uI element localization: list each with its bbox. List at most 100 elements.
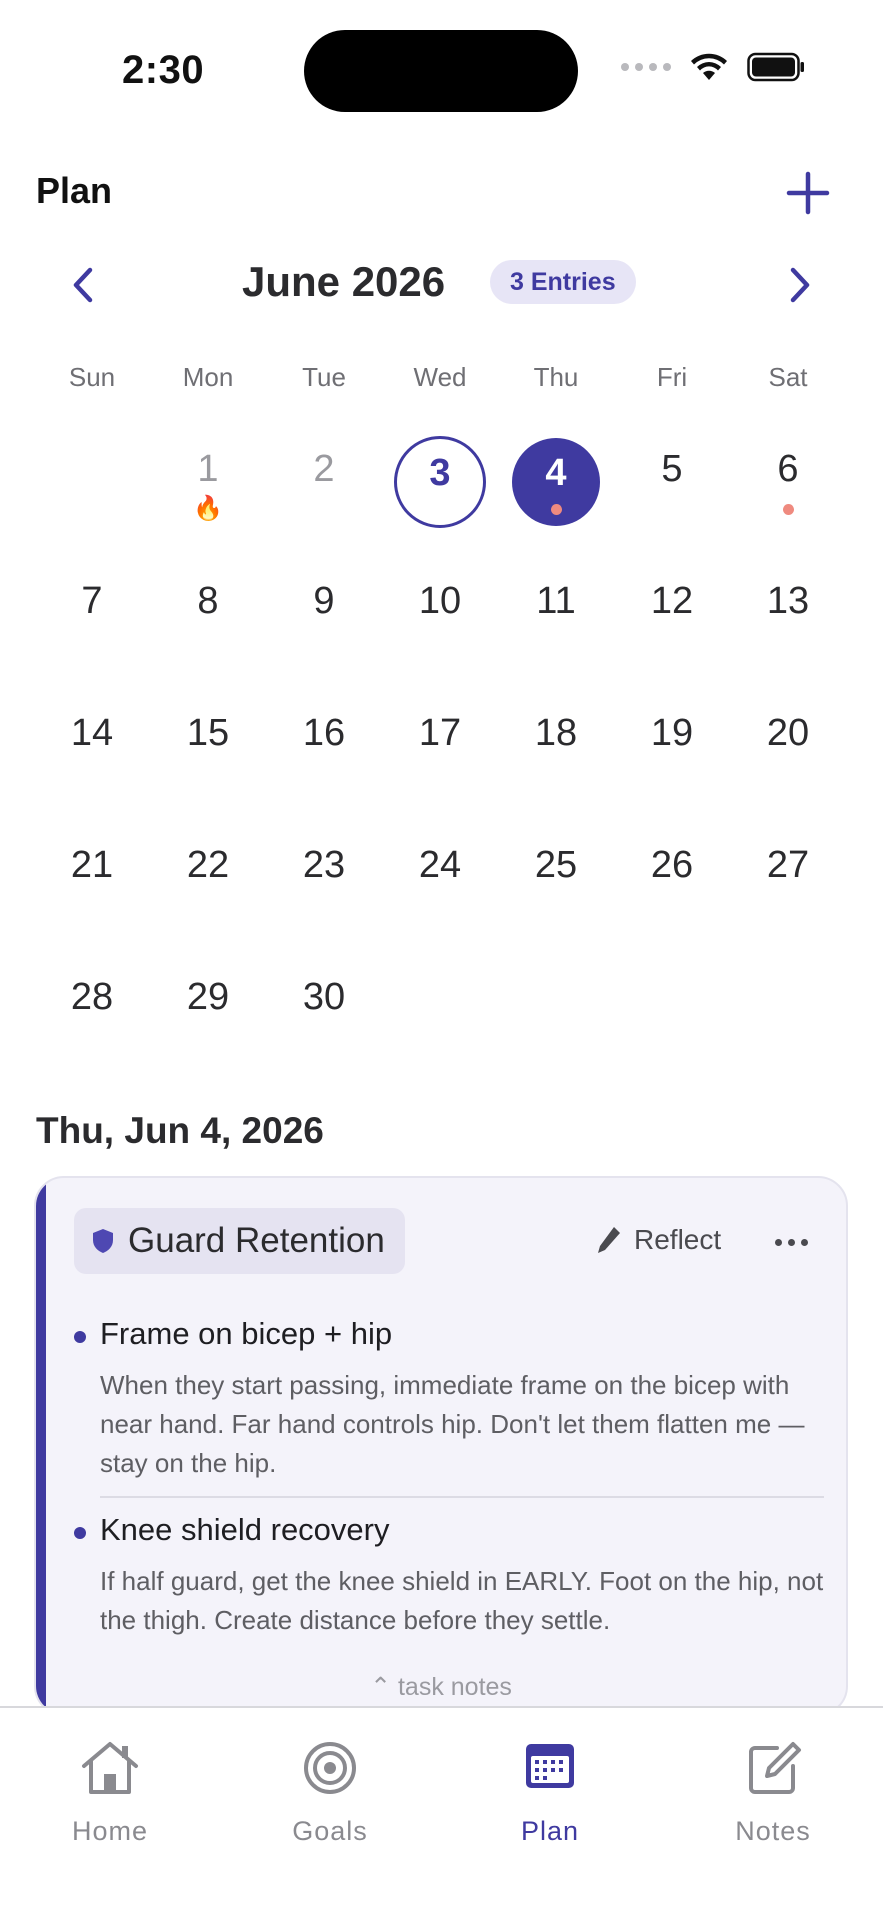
calendar-day[interactable]: 28 <box>34 958 150 1090</box>
day-number: 3 <box>429 452 451 494</box>
card-accent-bar <box>36 1178 46 1714</box>
task-notes-toggle[interactable]: ⌃ task notes <box>36 1672 846 1702</box>
weekday-label: Thu <box>533 362 579 392</box>
calendar-day[interactable]: 21 <box>34 826 150 958</box>
calendar-day[interactable]: 27 <box>730 826 846 958</box>
selected-date-heading: Thu, Jun 4, 2026 <box>36 1110 324 1151</box>
day-number: 27 <box>766 844 810 886</box>
calendar-day[interactable]: 12 <box>614 562 730 694</box>
calendar-day[interactable]: 29 <box>150 958 266 1090</box>
pencil-icon <box>598 1227 620 1253</box>
month-title: June 2026 <box>242 258 446 305</box>
calendar-day[interactable]: 10 <box>382 562 498 694</box>
more-options-button[interactable] <box>766 1222 816 1262</box>
calendar-day[interactable]: 15 <box>150 694 266 826</box>
calendar-day[interactable]: 8 <box>150 562 266 694</box>
weekday-label: Mon <box>182 362 234 392</box>
day-number: 4 <box>545 452 567 494</box>
tab-plan[interactable]: Plan <box>440 1726 660 1856</box>
calendar-day[interactable]: 4 <box>498 430 614 562</box>
day-number: 14 <box>70 712 114 754</box>
calendar-day[interactable]: 11 <box>498 562 614 694</box>
add-entry-button[interactable] <box>783 168 833 218</box>
calendar-day[interactable]: 23 <box>266 826 382 958</box>
tab-label: Home <box>71 1816 149 1846</box>
calendar-day[interactable]: 22 <box>150 826 266 958</box>
tab-home[interactable]: Home <box>0 1726 220 1856</box>
calendar-day[interactable]: 30 <box>266 958 382 1090</box>
calendar-day[interactable]: 5 <box>614 430 730 562</box>
entry-dot <box>782 504 794 515</box>
day-number: 22 <box>186 844 230 886</box>
chevron-left-icon <box>73 267 93 303</box>
calendar-day[interactable]: 7 <box>34 562 150 694</box>
compose-icon <box>749 1742 801 1794</box>
task-divider <box>100 1496 824 1498</box>
previous-month-button[interactable] <box>62 260 102 310</box>
day-number: 5 <box>661 448 683 490</box>
day-number: 9 <box>313 580 335 622</box>
status-bar: 2:30 <box>0 0 883 130</box>
calendar-day[interactable]: 13 <box>730 562 846 694</box>
calendar-day[interactable]: 9 <box>266 562 382 694</box>
task-notes-label: task notes <box>397 1673 512 1701</box>
calendar-day[interactable]: 20 <box>730 694 846 826</box>
day-number: 12 <box>650 580 694 622</box>
day-number: 21 <box>70 844 114 886</box>
calendar-day[interactable]: 24 <box>382 826 498 958</box>
day-number: 6 <box>777 448 799 490</box>
chevron-right-icon <box>790 267 810 303</box>
calendar-day[interactable]: 3 <box>382 430 498 562</box>
day-number: 28 <box>70 976 114 1018</box>
day-number: 11 <box>536 580 576 622</box>
tab-goals[interactable]: Goals <box>220 1726 440 1856</box>
page-title: Plan <box>36 170 113 211</box>
status-indicators <box>621 52 805 82</box>
entry-dot <box>550 504 562 515</box>
battery-icon <box>747 52 805 82</box>
task-bullet <box>74 1527 86 1539</box>
day-number: 15 <box>186 712 230 754</box>
calendar-day[interactable]: 17 <box>382 694 498 826</box>
weekday-header: Sun Mon Tue Wed Thu Fri Sat <box>0 362 883 402</box>
reflect-label: Reflect <box>634 1224 722 1255</box>
plus-icon <box>786 171 830 215</box>
next-month-button[interactable] <box>781 260 821 310</box>
calendar-day[interactable]: 19 <box>614 694 730 826</box>
day-number: 1 <box>197 448 219 490</box>
weekday-label: Wed <box>413 362 467 392</box>
day-number: 13 <box>766 580 810 622</box>
task-description: When they start passing, immediate frame… <box>100 1370 805 1478</box>
calendar-day[interactable]: 18 <box>498 694 614 826</box>
calendar-day[interactable]: 14 <box>34 694 150 826</box>
calendar-day[interactable]: 25 <box>498 826 614 958</box>
calendar-day[interactable]: 16 <box>266 694 382 826</box>
day-number: 7 <box>81 580 103 622</box>
weekday-label: Sat <box>768 362 808 392</box>
calendar-day[interactable]: 26 <box>614 826 730 958</box>
weekday-label: Tue <box>302 362 346 392</box>
day-number: 24 <box>418 844 462 886</box>
reflect-button[interactable]: Reflect <box>596 1224 721 1256</box>
day-number: 18 <box>534 712 578 754</box>
day-number: 29 <box>186 976 230 1018</box>
day-number: 16 <box>302 712 346 754</box>
task-description: If half guard, get the knee shield in EA… <box>100 1566 824 1635</box>
status-time: 2:30 <box>122 48 205 92</box>
calendar-day[interactable]: 6 <box>730 430 846 562</box>
day-number: 17 <box>418 712 462 754</box>
day-number: 8 <box>197 580 219 622</box>
task-title: Frame on bicep + hip <box>100 1316 393 1351</box>
tab-bar: Home Goals Plan Notes <box>0 1706 883 1920</box>
calendar-day[interactable]: 2 <box>266 430 382 562</box>
cellular-signal-icon <box>621 63 671 71</box>
goal-chip[interactable]: Guard Retention <box>74 1208 405 1274</box>
calendar-day[interactable]: 1 🔥 <box>150 430 266 562</box>
ellipsis-icon <box>774 1238 782 1246</box>
tab-notes[interactable]: Notes <box>663 1726 883 1856</box>
day-number: 23 <box>302 844 346 886</box>
day-number: 10 <box>418 580 462 622</box>
weekday-label: Sun <box>68 362 116 392</box>
wifi-icon <box>689 52 729 82</box>
day-number: 20 <box>766 712 810 754</box>
